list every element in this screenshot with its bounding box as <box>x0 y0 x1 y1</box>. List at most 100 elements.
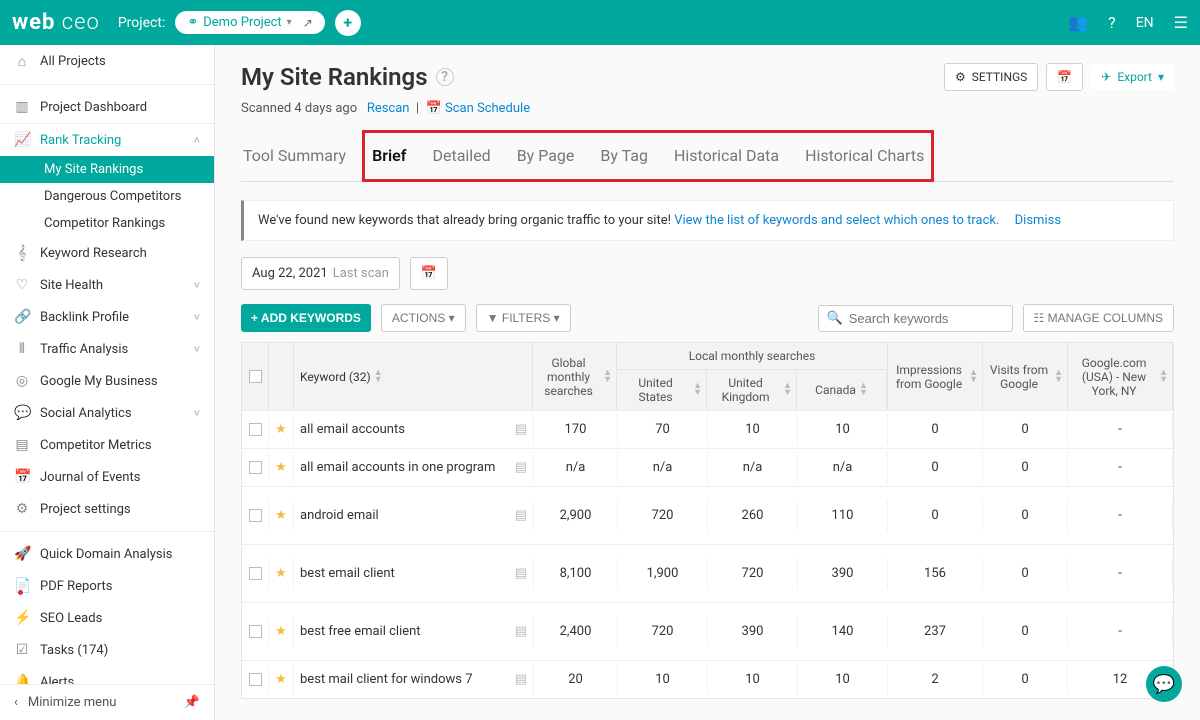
menu-icon[interactable]: ☰ <box>1174 13 1188 32</box>
sidebar-item-site-health[interactable]: ♡Site Health˅ <box>0 269 214 301</box>
search-input[interactable] <box>849 311 1004 326</box>
manage-columns-button[interactable]: ☷ MANAGE COLUMNS <box>1023 304 1174 332</box>
sidebar: ⌂All Projects ▥Project Dashboard 📈Rank T… <box>0 45 215 720</box>
sidebar-item-seo-leads[interactable]: ⚡SEO Leads <box>0 602 214 634</box>
chat-icon: 💬 <box>14 405 30 421</box>
tab-historical-charts[interactable]: Historical Charts <box>803 136 926 181</box>
star-icon[interactable]: ★ <box>269 452 294 483</box>
sidebar-item-traffic-analysis[interactable]: ⫴Traffic Analysis˅ <box>0 333 214 365</box>
row-checkbox[interactable] <box>249 423 262 436</box>
logo[interactable]: web ceo <box>12 10 100 35</box>
gms-cell: 170 <box>534 414 618 445</box>
add-keywords-button[interactable]: + ADD KEYWORDS <box>241 304 371 332</box>
tab-historical-data[interactable]: Historical Data <box>672 136 781 181</box>
vis-cell: 0 <box>983 414 1068 445</box>
users-icon[interactable]: 👥 <box>1068 13 1088 32</box>
row-checkbox[interactable] <box>249 567 262 580</box>
note-icon[interactable]: ▤ <box>515 422 527 437</box>
help-icon[interactable]: ? <box>436 68 454 86</box>
language-selector[interactable]: EN <box>1136 15 1154 31</box>
scan-schedule-link[interactable]: 📅 Scan Schedule <box>426 101 531 116</box>
search-box[interactable]: 🔍 <box>818 305 1013 332</box>
star-icon[interactable]: ★ <box>269 558 294 589</box>
sidebar-item-pdf-reports[interactable]: 📄PDF Reports <box>0 570 214 602</box>
tab-by-tag[interactable]: By Tag <box>598 136 650 181</box>
project-selector[interactable]: ⚭ Demo Project ▾ ↗ <box>175 11 324 34</box>
note-icon[interactable]: ▤ <box>515 460 527 475</box>
actions-button[interactable]: ACTIONS ▾ <box>381 304 466 332</box>
keyword-cell[interactable]: best free email client▤ <box>294 616 534 647</box>
sidebar-item-tasks[interactable]: ☑Tasks (174) <box>0 634 214 666</box>
keyword-cell[interactable]: all email accounts in one program▤ <box>294 452 534 483</box>
columns-icon: ☷ <box>1034 311 1045 325</box>
uk-cell: 10 <box>708 414 798 445</box>
sidebar-item-rank-tracking[interactable]: 📈Rank Tracking˄ <box>0 123 214 156</box>
sidebar-sub-my-site-rankings[interactable]: My Site Rankings <box>0 156 214 183</box>
settings-button[interactable]: ⚙SETTINGS <box>944 63 1038 91</box>
pdf-icon: 📄 <box>14 578 30 594</box>
notice-dismiss[interactable]: Dismiss <box>1015 213 1061 228</box>
rescan-link[interactable]: Rescan <box>367 101 410 116</box>
star-icon[interactable]: ★ <box>269 664 294 695</box>
tab-detailed[interactable]: Detailed <box>430 136 492 181</box>
filters-button[interactable]: ▼ FILTERS ▾ <box>476 304 571 332</box>
select-all-checkbox[interactable] <box>249 370 262 383</box>
sidebar-item-social-analytics[interactable]: 💬Social Analytics˅ <box>0 397 214 429</box>
sidebar-item-all-projects[interactable]: ⌂All Projects <box>0 45 214 78</box>
chevron-down-icon: ˅ <box>194 311 200 324</box>
note-icon[interactable]: ▤ <box>515 624 527 639</box>
sidebar-item-project-settings[interactable]: ⚙Project settings <box>0 493 214 525</box>
gms-cell: 8,100 <box>534 558 618 589</box>
date-selector[interactable]: Aug 22, 2021Last scan <box>241 257 400 290</box>
star-icon[interactable]: ★ <box>269 414 294 445</box>
minimize-menu[interactable]: ‹ Minimize menu 📌 <box>0 684 214 720</box>
ca-cell: 110 <box>798 500 888 531</box>
tab-brief[interactable]: Brief <box>370 136 408 182</box>
pin-icon[interactable]: 📌 <box>184 695 200 710</box>
chevron-down-icon: ▾ <box>1158 70 1164 84</box>
tab-tool-summary[interactable]: Tool Summary <box>241 136 348 181</box>
chart-icon: 📈 <box>14 132 30 148</box>
keyword-cell[interactable]: best email client▤ <box>294 558 534 589</box>
sidebar-item-journal[interactable]: 📅Journal of Events <box>0 461 214 493</box>
metrics-icon: ▤ <box>14 437 30 453</box>
sidebar-item-alerts[interactable]: 🔔Alerts <box>0 666 214 684</box>
calendar-picker-button[interactable]: 📅 <box>410 257 448 290</box>
row-checkbox[interactable] <box>249 673 262 686</box>
uk-cell: 720 <box>708 558 798 589</box>
sidebar-item-quick-domain[interactable]: 🚀Quick Domain Analysis <box>0 538 214 570</box>
bars-icon: ⫴ <box>14 341 30 357</box>
add-project-button[interactable]: + <box>335 10 361 36</box>
note-icon[interactable]: ▤ <box>515 672 527 687</box>
chevron-up-icon: ˄ <box>194 134 200 147</box>
sidebar-item-google-my-business[interactable]: ◎Google My Business <box>0 365 214 397</box>
export-icon: ✈ <box>1101 70 1111 84</box>
sidebar-item-competitor-metrics[interactable]: ▤Competitor Metrics <box>0 429 214 461</box>
keyword-cell[interactable]: android email▤ <box>294 500 534 531</box>
note-icon[interactable]: ▤ <box>515 508 527 523</box>
row-checkbox[interactable] <box>249 625 262 638</box>
row-checkbox[interactable] <box>249 509 262 522</box>
star-icon[interactable]: ★ <box>269 616 294 647</box>
sidebar-item-keyword-research[interactable]: 𝄞Keyword Research <box>0 237 214 269</box>
keywords-table: Keyword (32)▲▼ Global monthly searches▲▼… <box>241 342 1174 699</box>
sidebar-item-backlink-profile[interactable]: 🔗Backlink Profile˅ <box>0 301 214 333</box>
notice-link[interactable]: View the list of keywords and select whi… <box>674 213 999 228</box>
tab-by-page[interactable]: By Page <box>515 136 577 181</box>
keyword-cell[interactable]: best mail client for windows 7▤ <box>294 664 534 695</box>
note-icon[interactable]: ▤ <box>515 566 527 581</box>
star-icon[interactable]: ★ <box>269 500 294 531</box>
external-link-icon[interactable]: ↗ <box>303 16 313 30</box>
calendar-button[interactable]: 📅 <box>1046 63 1083 91</box>
sidebar-item-project-dashboard[interactable]: ▥Project Dashboard <box>0 91 214 123</box>
row-checkbox[interactable] <box>249 461 262 474</box>
export-button[interactable]: ✈Export ▾ <box>1091 64 1174 90</box>
keyword-cell[interactable]: all email accounts▤ <box>294 414 534 445</box>
table-row: ★ all email accounts▤ 170 70 10 10 0 0 - <box>242 410 1173 448</box>
gms-cell: 20 <box>534 664 618 695</box>
chat-fab[interactable]: 💬 <box>1146 666 1182 702</box>
help-icon[interactable]: ? <box>1108 13 1116 32</box>
sidebar-sub-competitor-rankings[interactable]: Competitor Rankings <box>0 210 214 237</box>
share-icon: ⚭ <box>187 15 198 30</box>
sidebar-sub-dangerous-competitors[interactable]: Dangerous Competitors <box>0 183 214 210</box>
